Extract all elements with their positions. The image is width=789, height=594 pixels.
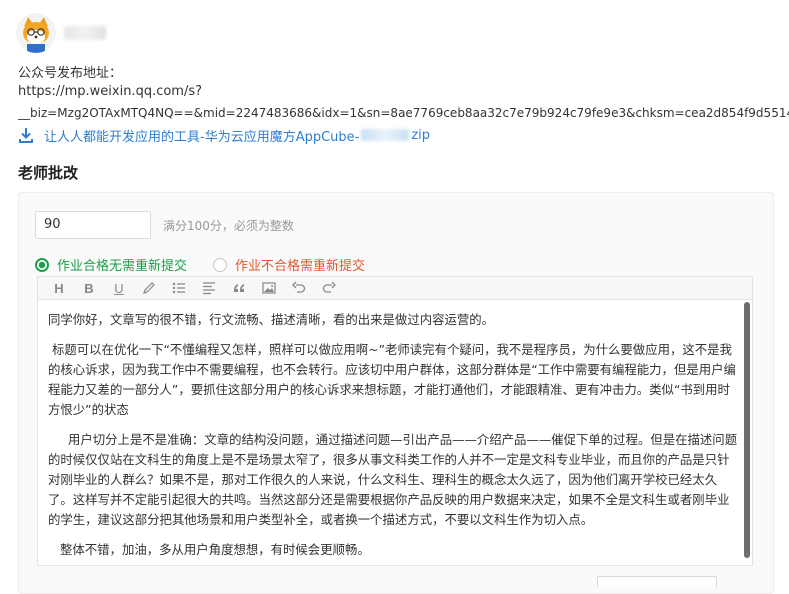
score-hint: 满分100分，必须为整数 xyxy=(163,219,294,233)
editor-paragraph: 同学你好，文章写的很不错，行文流畅、描述清晰，看的出来是做过内容运营的。 xyxy=(48,312,495,327)
download-icon xyxy=(19,128,33,143)
editor-scrollbar[interactable] xyxy=(744,302,750,558)
image-icon[interactable] xyxy=(260,279,278,297)
redo-icon[interactable] xyxy=(320,279,338,297)
undo-icon[interactable] xyxy=(290,279,308,297)
username xyxy=(64,26,106,40)
radio-pass[interactable]: 作业合格无需重新提交 xyxy=(35,255,187,274)
editor-paragraph: 整体不错，加油，多从用户角度想想，有时候会更顺畅。 xyxy=(60,542,370,557)
attachment-name: 让人人都能开发应用的工具-华为云应用魔方AppCube- xyxy=(44,129,360,145)
radio-pass-indicator[interactable] xyxy=(35,257,49,272)
comment-editor[interactable]: 同学你好，文章写的很不错，行文流畅、描述清晰，看的出来是做过内容运营的。 标题可… xyxy=(37,300,753,566)
bold-button[interactable]: B xyxy=(80,279,98,297)
publish-address-url[interactable]: https://mp.weixin.qq.com/s? xyxy=(18,84,202,99)
editor-content[interactable]: 同学你好，文章写的很不错，行文流畅、描述清晰，看的出来是做过内容运营的。 标题可… xyxy=(48,310,740,565)
align-left-icon[interactable] xyxy=(200,279,218,297)
grading-title: 老师批改 xyxy=(18,164,79,182)
underline-button[interactable]: U xyxy=(110,279,128,297)
radio-pass-label: 作业合格无需重新提交 xyxy=(57,259,188,274)
fox-avatar-icon xyxy=(16,13,56,53)
radio-fail-label: 作业不合格需重新提交 xyxy=(235,259,366,274)
editor-paragraph: 标题可以在优化一下“不懂编程又怎样，照样可以做应用啊~”老师读完有个疑问，我不是… xyxy=(48,342,736,417)
avatar xyxy=(16,13,56,53)
attachment-extension: zip xyxy=(411,127,431,143)
editor-toolbar: H B U xyxy=(37,276,753,300)
submit-button[interactable] xyxy=(597,576,717,587)
radio-fail[interactable]: 作业不合格需重新提交 xyxy=(213,255,365,274)
attachment-link[interactable]: 让人人都能开发应用的工具-华为云应用魔方AppCube- zip xyxy=(18,126,431,145)
attachment-name-redacted xyxy=(361,129,410,141)
score-input[interactable]: 90 xyxy=(35,211,151,239)
bullet-list-icon[interactable] xyxy=(170,279,188,297)
pen-icon[interactable] xyxy=(140,279,158,297)
publish-address-label: 公众号发布地址： xyxy=(18,66,123,81)
publish-address-url-cont[interactable]: __biz=Mzg2OTAxMTQ4NQ==&mid=2247483686&id… xyxy=(18,106,789,120)
editor-paragraph: 用户切分上是不是准确：文章的结构没问题，通过描述问题—引出产品——介绍产品——催… xyxy=(48,432,738,527)
heading-button[interactable]: H xyxy=(50,279,68,297)
quote-icon[interactable] xyxy=(230,279,248,297)
radio-fail-indicator[interactable] xyxy=(213,257,227,272)
